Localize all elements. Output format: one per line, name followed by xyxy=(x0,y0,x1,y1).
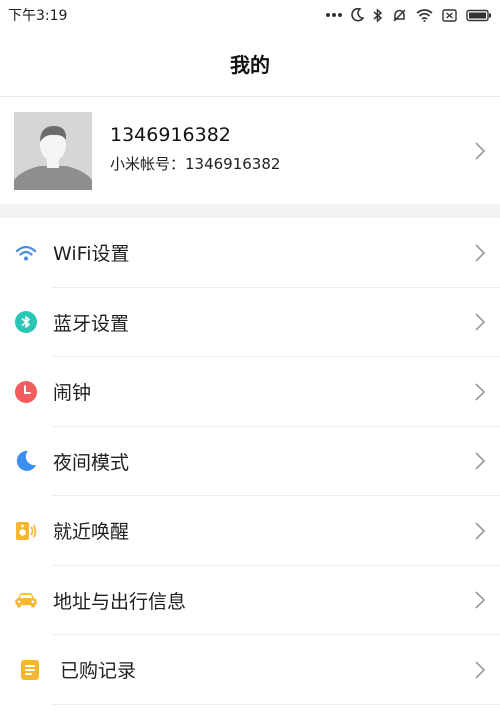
menu-item-label: 蓝牙设置 xyxy=(53,312,130,335)
wifi-icon xyxy=(14,241,38,265)
chevron-right-icon xyxy=(475,452,486,470)
chevron-right-icon xyxy=(475,142,486,160)
profile-username: 1346916382 xyxy=(110,124,231,146)
sim-disabled-icon xyxy=(442,8,457,22)
alarm-clock-icon xyxy=(14,380,38,404)
battery-icon xyxy=(466,9,491,21)
menu-item-nearby-wake[interactable]: 就近唤醒 xyxy=(0,496,500,566)
menu-item-label: WiFi设置 xyxy=(53,243,130,266)
menu-item-label: 夜间模式 xyxy=(53,451,130,474)
menu-item-label: 闹钟 xyxy=(53,382,92,405)
menu-item-wifi[interactable]: WiFi设置 xyxy=(0,218,500,288)
menu-item-night-mode[interactable]: 夜间模式 xyxy=(0,427,500,497)
moon-icon xyxy=(351,8,364,22)
menu-item-bluetooth[interactable]: 蓝牙设置 xyxy=(0,288,500,358)
section-divider xyxy=(0,204,500,218)
moon-icon xyxy=(14,449,38,473)
menu-item-label: 已购记录 xyxy=(60,660,137,683)
notifications-muted-icon xyxy=(393,8,406,22)
chevron-right-icon xyxy=(475,383,486,401)
profile-account-id: 小米帐号：1346916382 xyxy=(110,155,281,173)
more-dots-icon xyxy=(326,13,342,17)
menu-item-alarm[interactable]: 闹钟 xyxy=(0,357,500,427)
bluetooth-icon xyxy=(14,310,38,334)
menu-item-label: 地址与出行信息 xyxy=(53,590,187,613)
receipt-icon xyxy=(18,658,42,682)
avatar[interactable] xyxy=(14,112,92,190)
chevron-right-icon xyxy=(475,313,486,331)
chevron-right-icon xyxy=(475,522,486,540)
status-icons xyxy=(326,7,492,23)
page-title: 我的 xyxy=(230,52,270,77)
menu-item-label: 就近唤醒 xyxy=(53,521,130,544)
chevron-right-icon xyxy=(475,591,486,609)
profile-card[interactable]: 1346916382 小米帐号：1346916382 xyxy=(0,97,500,204)
settings-menu: WiFi设置 蓝牙设置 闹钟 夜间模式 就近唤醒 地址与出行信息 已购记录 xyxy=(0,218,500,705)
chevron-right-icon xyxy=(475,661,486,679)
wifi-icon xyxy=(416,8,433,22)
status-time: 下午3:19 xyxy=(8,8,68,24)
title-bar: 我的 xyxy=(0,30,500,97)
status-bar: 下午3:19 xyxy=(0,0,500,30)
menu-item-purchase-history[interactable]: 已购记录 xyxy=(0,635,500,705)
bluetooth-icon xyxy=(373,7,383,23)
default-avatar-icon xyxy=(14,112,92,190)
car-icon xyxy=(14,588,38,612)
chevron-right-icon xyxy=(475,244,486,262)
speaker-wake-icon xyxy=(14,519,38,543)
menu-item-address-travel[interactable]: 地址与出行信息 xyxy=(0,566,500,636)
